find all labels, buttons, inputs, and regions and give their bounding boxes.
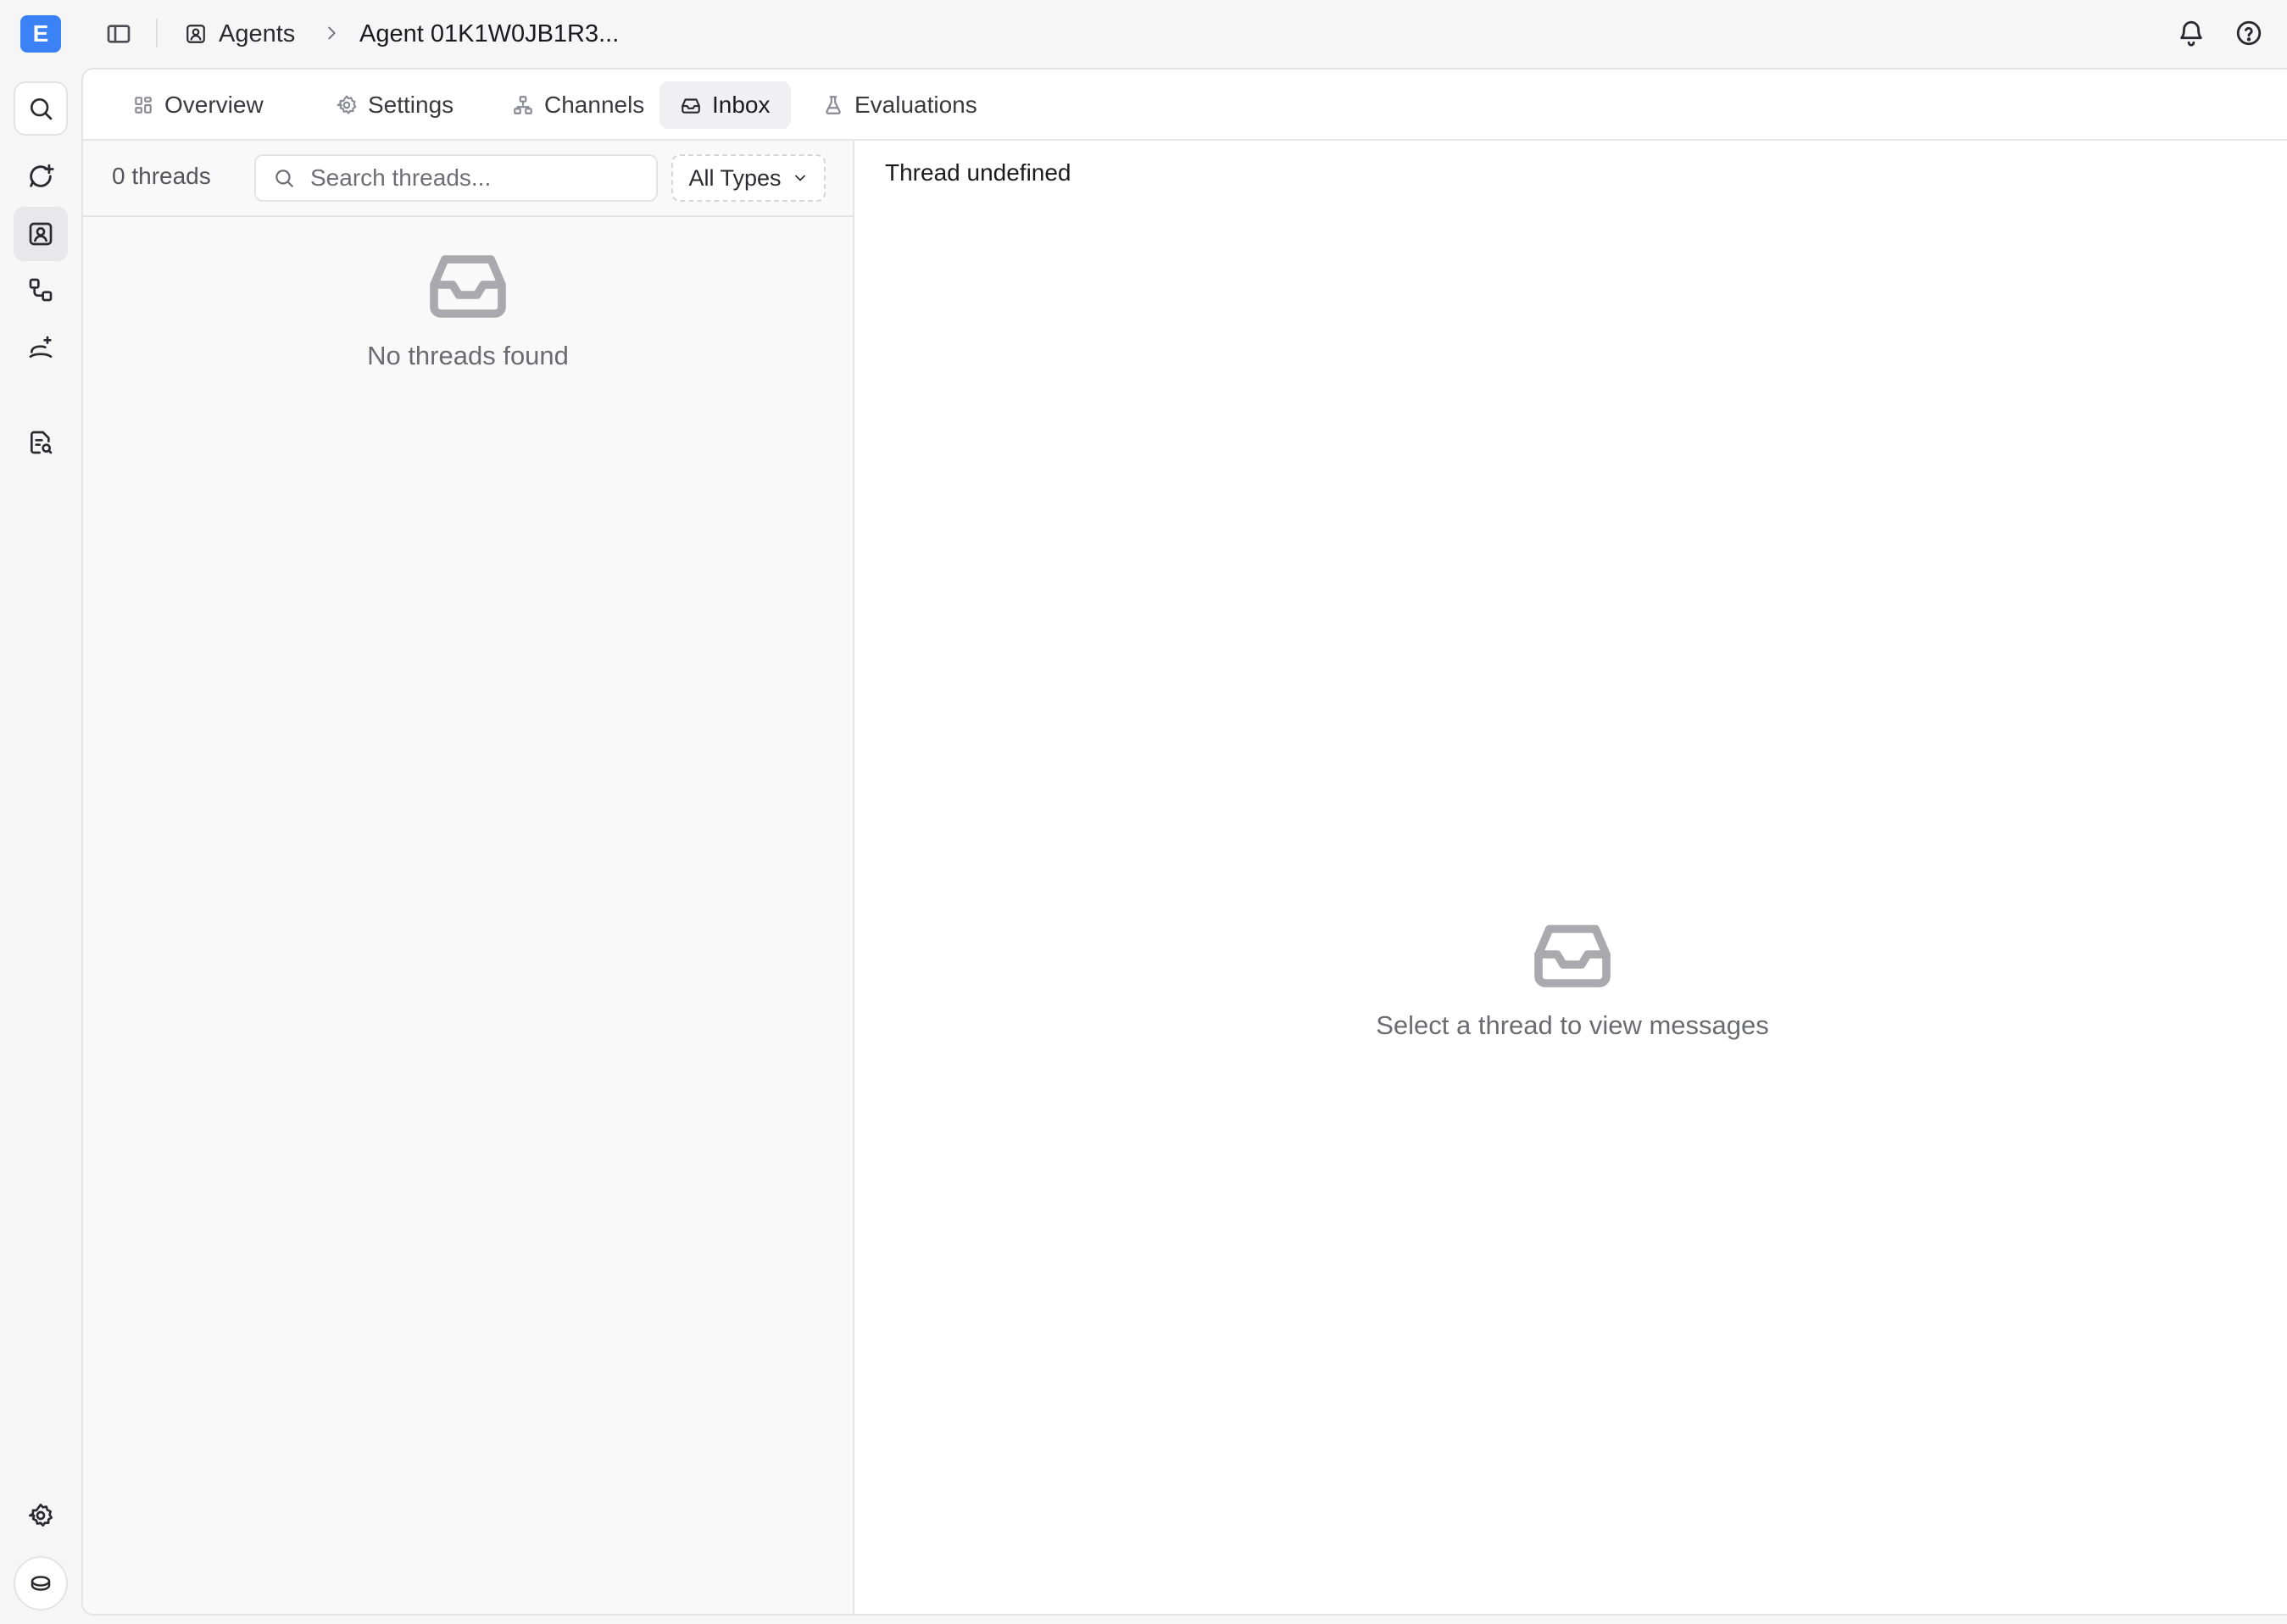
breadcrumb-agents-label: Agents	[219, 19, 296, 47]
bell-icon[interactable]	[2177, 19, 2206, 47]
thread-detail-empty-state: Select a thread to view messages	[856, 920, 2287, 1041]
tab-settings[interactable]: Settings	[315, 81, 474, 129]
inbox-icon	[1534, 925, 1611, 987]
tab-overview[interactable]: Overview	[112, 81, 284, 129]
sidebar-toggle-icon[interactable]	[105, 20, 132, 47]
tab-settings-label: Settings	[368, 92, 454, 118]
flask-icon	[826, 96, 841, 114]
gear-icon	[29, 1504, 53, 1527]
thread-search-box[interactable]	[254, 154, 658, 202]
type-filter-value: All Types	[688, 164, 782, 191]
agent-icon	[185, 23, 207, 45]
breadcrumb-agents[interactable]: Agents	[185, 17, 295, 51]
tab-evaluations[interactable]: Evaluations	[802, 81, 998, 129]
network-icon	[514, 96, 532, 114]
rail-documents-button[interactable]	[14, 415, 68, 470]
chevron-down-icon	[794, 175, 805, 181]
agent-icon	[29, 222, 53, 246]
sparkle-cloud-icon	[29, 336, 53, 358]
type-filter-select[interactable]: All Types	[671, 154, 826, 202]
rail-ai-button[interactable]	[14, 320, 68, 375]
coin-icon	[31, 1576, 51, 1591]
gear-icon	[337, 95, 357, 114]
chevron-right-icon	[322, 24, 341, 42]
divider	[156, 19, 158, 47]
workflow-icon	[29, 278, 53, 302]
tab-inbox[interactable]: Inbox	[659, 81, 791, 129]
thread-list-pane: 0 threads All Types No threads found	[83, 141, 854, 1614]
inbox-icon	[682, 98, 700, 114]
rail-account-button[interactable]	[14, 1556, 68, 1610]
no-threads-text: No threads found	[367, 341, 569, 370]
breadcrumb-current: Agent 01K1W0JB1R3...	[359, 19, 620, 47]
help-icon[interactable]	[2234, 19, 2263, 47]
tab-overview-label: Overview	[164, 92, 264, 118]
thread-list-header: 0 threads All Types	[83, 141, 853, 217]
select-thread-text: Select a thread to view messages	[1376, 1010, 1769, 1040]
thread-count: 0 threads	[112, 163, 211, 189]
workspace-logo[interactable]: E	[20, 15, 61, 53]
tab-channels-label: Channels	[544, 92, 645, 118]
rail-agents-button[interactable]	[14, 207, 68, 261]
top-bar: E Agents Agent 01K1W0JB1R3...	[0, 0, 2287, 68]
chat-plus-icon	[30, 164, 54, 187]
agent-tabs: Overview Settings Channels Inbox Evaluat…	[83, 70, 2287, 141]
document-search-icon	[31, 431, 53, 454]
search-icon	[275, 170, 293, 187]
thread-search-input[interactable]	[310, 164, 632, 192]
rail-workflows-button[interactable]	[14, 263, 68, 317]
main-panel: Overview Settings Channels Inbox Evaluat…	[81, 68, 2287, 1616]
grid-icon	[135, 97, 152, 114]
tab-channels[interactable]: Channels	[492, 81, 665, 129]
tab-inbox-label: Inbox	[712, 92, 771, 118]
rail-settings-button[interactable]	[14, 1488, 68, 1543]
rail-new-chat-button[interactable]	[14, 149, 68, 203]
tab-evaluations-label: Evaluations	[854, 92, 977, 118]
rail-search-button[interactable]	[14, 81, 68, 136]
thread-list-empty-state: No threads found	[83, 251, 853, 371]
inbox-icon	[430, 255, 506, 318]
thread-title: Thread undefined	[885, 159, 1071, 186]
search-icon	[31, 98, 53, 120]
thread-detail-pane: Thread undefined Select a thread to view…	[856, 141, 2287, 1614]
